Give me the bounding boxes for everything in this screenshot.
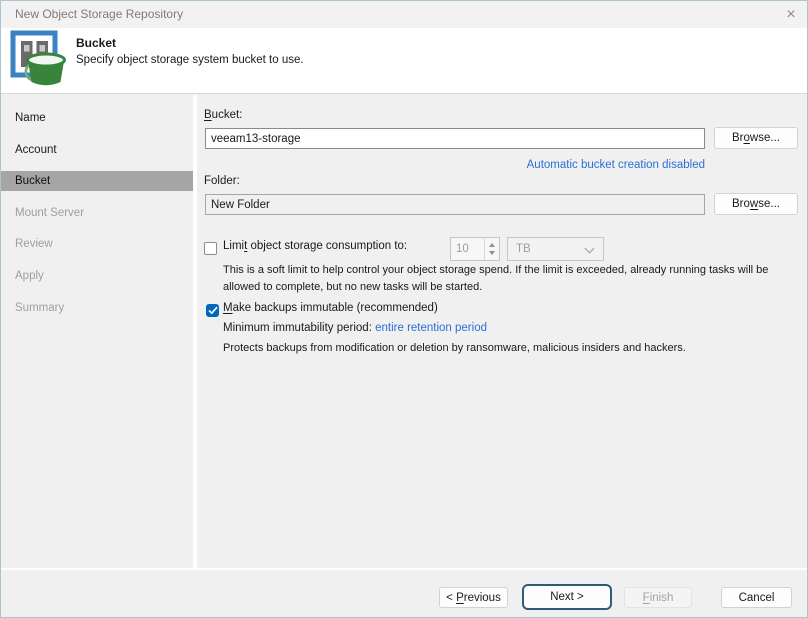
- folder-input[interactable]: [205, 194, 705, 215]
- wizard-steps-sidebar: Name Account Bucket Mount Server Review …: [1, 95, 193, 568]
- limit-amount-value: 10: [451, 238, 484, 260]
- next-button[interactable]: Next >: [524, 586, 610, 608]
- immutability-period-link[interactable]: entire retention period: [375, 322, 487, 334]
- footer-bar: < Previous Next > Finish Cancel: [1, 570, 807, 618]
- immutability-period-row: Minimum immutability period: entire rete…: [223, 322, 487, 334]
- folder-field-label: Folder:: [204, 175, 240, 187]
- sidebar-item-account[interactable]: Account: [1, 140, 193, 160]
- folder-browse-button[interactable]: Browse...: [714, 193, 798, 215]
- bucket-field-label: Bucket:: [204, 109, 242, 121]
- title-bar: New Object Storage Repository ×: [1, 1, 807, 28]
- limit-unit-select: TB: [507, 237, 604, 261]
- limit-help-text: This is a soft limit to help control you…: [223, 262, 768, 295]
- previous-button[interactable]: < Previous: [439, 587, 508, 608]
- limit-consumption-label[interactable]: Limit object storage consumption to:: [223, 240, 407, 252]
- sidebar-item-name[interactable]: Name: [1, 108, 193, 128]
- limit-amount-stepper: 10: [450, 237, 500, 261]
- finish-button: Finish: [624, 587, 692, 608]
- chevron-down-icon: [585, 244, 595, 254]
- window-title: New Object Storage Repository: [15, 1, 183, 28]
- sidebar-item-summary: Summary: [1, 298, 193, 318]
- make-immutable-checkbox[interactable]: [206, 304, 219, 317]
- object-storage-bucket-icon: [10, 30, 66, 90]
- wizard-header: Bucket Specify object storage system buc…: [1, 28, 807, 94]
- bucket-input[interactable]: [205, 128, 705, 149]
- immutability-period-label: Minimum immutability period:: [223, 322, 375, 334]
- sidebar-item-bucket[interactable]: Bucket: [1, 171, 193, 191]
- cancel-button[interactable]: Cancel: [721, 587, 792, 608]
- bucket-step-content: Bucket: Browse... Automatic bucket creat…: [197, 95, 808, 568]
- make-immutable-label[interactable]: Make backups immutable (recommended): [223, 302, 438, 314]
- page-title: Bucket: [76, 36, 116, 50]
- wizard-window: New Object Storage Repository × Bucket S…: [0, 0, 808, 618]
- immutable-help-text: Protects backups from modification or de…: [223, 340, 686, 357]
- stepper-down-icon: [489, 251, 495, 255]
- sidebar-item-review: Review: [1, 234, 193, 254]
- stepper-up-icon: [489, 243, 495, 247]
- limit-unit-value: TB: [516, 238, 531, 260]
- limit-consumption-checkbox[interactable]: [204, 242, 217, 255]
- bucket-browse-button[interactable]: Browse...: [714, 127, 798, 149]
- automatic-bucket-creation-note[interactable]: Automatic bucket creation disabled: [197, 159, 705, 171]
- sidebar-item-apply: Apply: [1, 266, 193, 286]
- close-icon[interactable]: ×: [780, 4, 802, 25]
- page-subtitle: Specify object storage system bucket to …: [76, 54, 304, 66]
- sidebar-item-mount-server: Mount Server: [1, 203, 193, 223]
- stepper-arrows: [484, 238, 499, 260]
- checkmark-icon: [208, 306, 218, 315]
